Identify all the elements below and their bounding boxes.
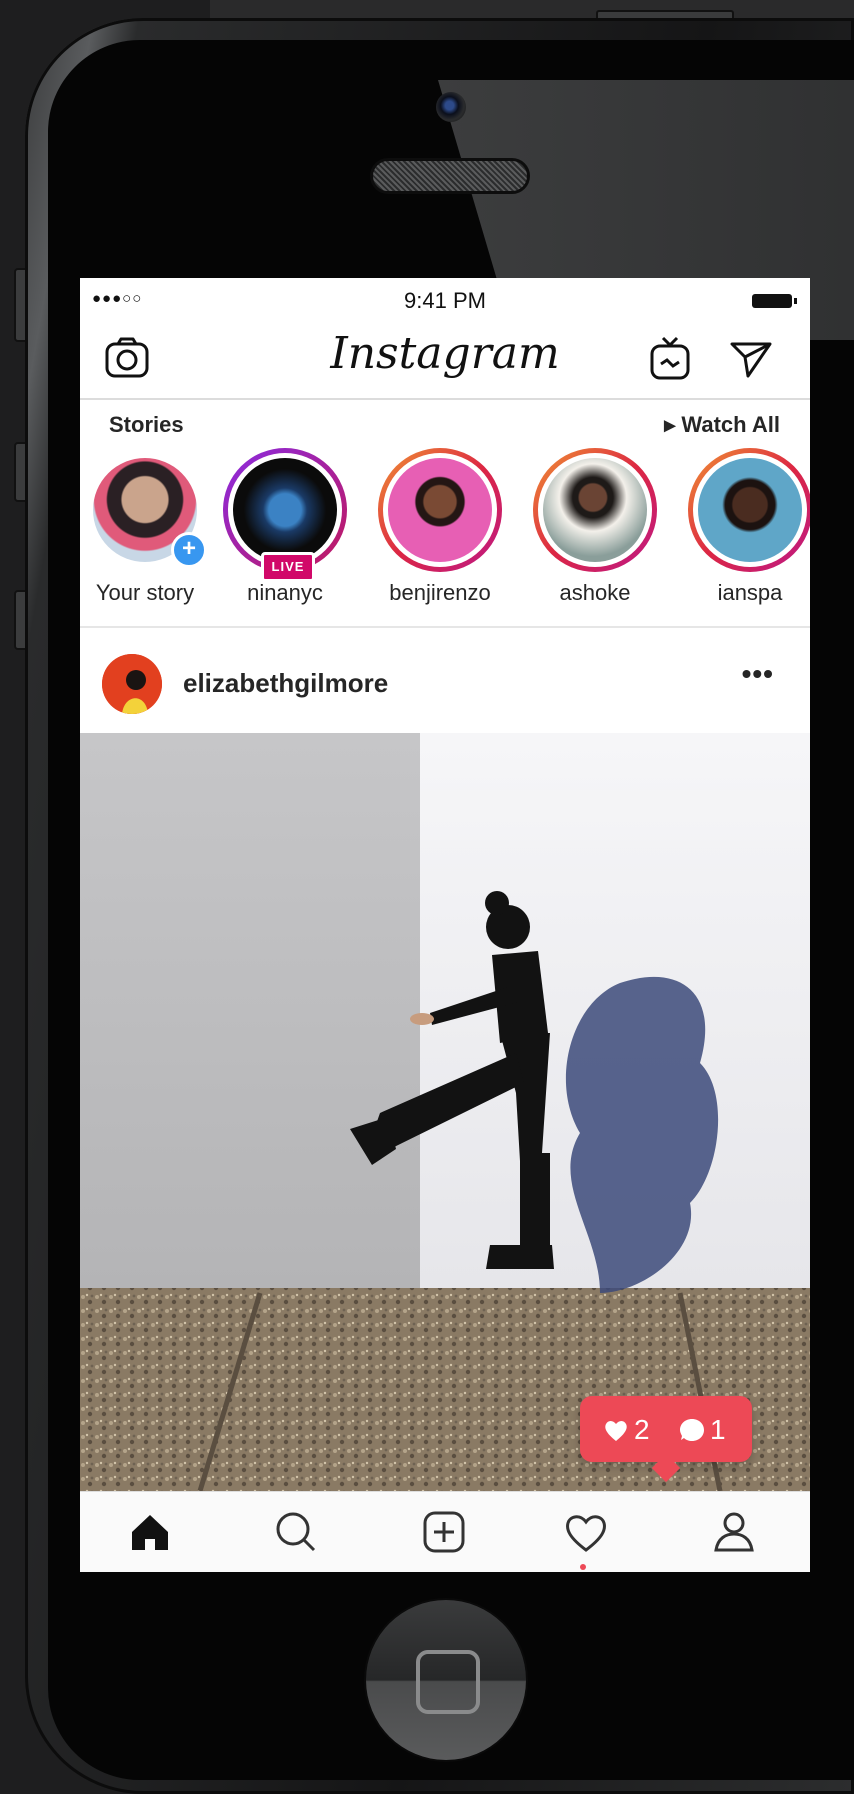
instagram-logo[interactable]: Instagram <box>80 328 810 379</box>
add-story-badge[interactable]: + <box>171 532 207 568</box>
story-ring: + <box>83 448 207 572</box>
story-ring: LIVE <box>223 448 347 582</box>
top-nav-bar: Instagram <box>80 320 810 400</box>
avatar[interactable] <box>102 654 162 714</box>
avatar <box>233 458 337 562</box>
comment-filled-icon <box>680 1419 704 1441</box>
post-photo[interactable] <box>80 733 810 1491</box>
status-time: 9:41 PM <box>404 288 486 313</box>
photo-image <box>80 733 810 1491</box>
post-header: elizabethgilmore ••• <box>80 630 810 736</box>
story-ring <box>688 448 810 572</box>
bottom-tab-bar <box>80 1491 810 1572</box>
avatar-image <box>102 654 162 714</box>
home-icon[interactable] <box>124 1506 176 1558</box>
add-post-icon[interactable] <box>418 1506 470 1558</box>
ring-gap <box>538 453 652 567</box>
search-icon[interactable] <box>270 1506 322 1558</box>
stories-title: Stories <box>109 412 184 437</box>
app-screen: ●●●○○ 9:41 PM Instagram Stories ▸ Watch … <box>80 278 810 1572</box>
story-label: ninanyc <box>247 580 323 605</box>
activity-indicator-dot <box>580 1564 586 1570</box>
home-square-icon <box>416 1650 480 1714</box>
story-label: benjirenzo <box>389 580 491 605</box>
ring-gap <box>383 453 497 567</box>
direct-send-icon[interactable] <box>726 334 776 384</box>
avatar <box>698 458 802 562</box>
earpiece-speaker <box>370 158 530 194</box>
story-your-story[interactable]: + Your story <box>80 448 220 606</box>
story-ring <box>378 448 502 572</box>
home-button[interactable] <box>366 1600 526 1760</box>
front-camera <box>436 92 466 122</box>
story-label: ashoke <box>559 580 631 605</box>
ring-gap <box>228 453 342 567</box>
post-username[interactable]: elizabethgilmore <box>183 668 388 699</box>
more-options-button[interactable]: ••• <box>742 658 774 690</box>
divider <box>80 626 810 628</box>
stories-tray: + Your story LIVE ninanyc benjirenzo ash… <box>80 448 810 605</box>
stories-header: Stories ▸ Watch All <box>80 412 810 442</box>
status-bar: ●●●○○ 9:41 PM <box>80 278 810 320</box>
likes-count: 2 <box>634 1414 650 1445</box>
activity-heart-icon[interactable] <box>560 1506 612 1558</box>
battery-icon <box>752 294 797 308</box>
watch-all-button[interactable]: ▸ Watch All <box>664 412 780 438</box>
story-ashoke[interactable]: ashoke <box>520 448 670 606</box>
story-label: ianspa <box>717 580 783 605</box>
ring-gap <box>693 453 807 567</box>
heart-filled-icon <box>605 1421 627 1441</box>
live-badge: LIVE <box>261 552 315 582</box>
avatar <box>543 458 647 562</box>
igtv-icon[interactable] <box>645 334 695 384</box>
story-ninanyc[interactable]: LIVE ninanyc <box>210 448 360 606</box>
profile-icon[interactable] <box>708 1506 760 1558</box>
story-benjirenzo[interactable]: benjirenzo <box>365 448 515 606</box>
story-label: Your story <box>95 580 195 605</box>
story-ianspa[interactable]: ianspa <box>675 448 810 606</box>
comments-count: 1 <box>710 1414 726 1445</box>
activity-notification-bubble[interactable]: 2 1 <box>580 1396 752 1483</box>
story-ring <box>533 448 657 572</box>
avatar <box>388 458 492 562</box>
